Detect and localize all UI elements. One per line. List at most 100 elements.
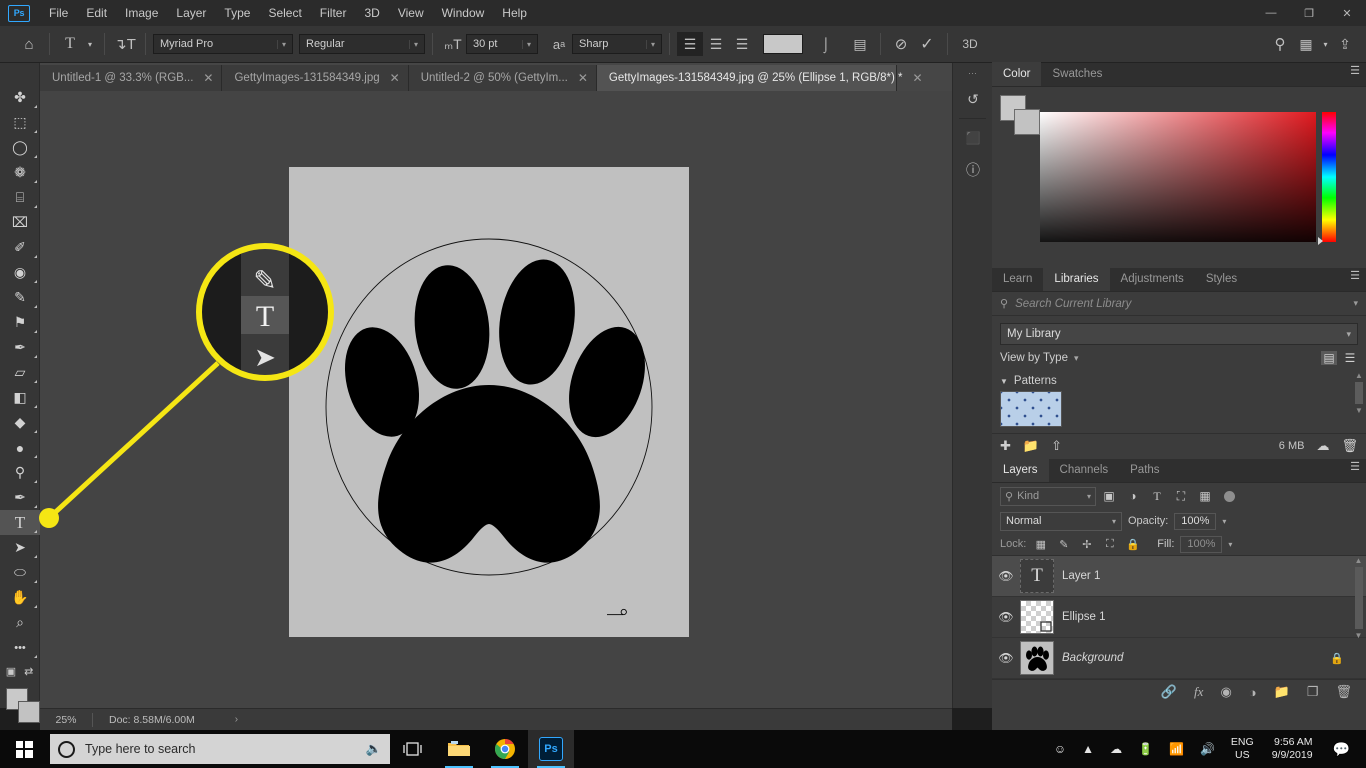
tool-history-brush[interactable]: ✒ xyxy=(0,335,40,360)
blend-mode-select[interactable]: Normal ▾ xyxy=(1000,511,1122,531)
wifi-icon[interactable]: 📶 xyxy=(1161,730,1192,768)
align-right-icon[interactable]: ☰ xyxy=(729,32,755,56)
default-colors-icon[interactable]: ▣ xyxy=(6,665,16,678)
table-row[interactable]: 👁 Ellipse 1 xyxy=(992,597,1366,638)
share-icon[interactable]: ⇪ xyxy=(1332,32,1358,56)
delete-layer-icon[interactable]: 🗑 xyxy=(1335,684,1352,700)
tool-ellipse[interactable]: ⬭ xyxy=(0,560,40,585)
menu-filter[interactable]: Filter xyxy=(311,2,356,24)
menu-3d[interactable]: 3D xyxy=(355,2,388,24)
lock-artboard-nesting-icon[interactable]: ⛶ xyxy=(1101,536,1118,553)
scroll-up-icon[interactable]: ▲ xyxy=(1354,371,1364,380)
commit-edit-icon[interactable]: ✓ xyxy=(914,32,940,56)
tool-eraser[interactable]: ▱ xyxy=(0,360,40,385)
library-select[interactable]: My Library ▾ xyxy=(1000,323,1358,345)
3d-mode-label[interactable]: 3D xyxy=(955,32,985,56)
lock-position-icon[interactable]: ✢ xyxy=(1078,536,1095,553)
anti-alias-select[interactable]: Sharp ▾ xyxy=(572,34,662,54)
scroll-up-icon[interactable]: ▲ xyxy=(1353,556,1364,565)
grid-view-icon[interactable]: ▤ xyxy=(1321,351,1337,365)
search-input[interactable]: Search Current Library xyxy=(1015,298,1353,310)
library-scrollbar[interactable]: ▲ ▼ xyxy=(1354,371,1364,429)
layer-thumbnail-text[interactable]: T xyxy=(1020,559,1054,593)
layer-visibility-icon[interactable]: 👁 xyxy=(992,610,1020,624)
show-hidden-icons-icon[interactable]: ▲ xyxy=(1074,730,1102,768)
opacity-value[interactable]: 100% xyxy=(1174,512,1217,530)
microphone-icon[interactable]: 🔈 xyxy=(366,741,382,757)
table-row[interactable]: 👁 Background 🔒 xyxy=(992,638,1366,679)
onedrive-icon[interactable]: ☁ xyxy=(1102,730,1130,768)
delete-icon[interactable]: 🗑 xyxy=(1341,438,1358,454)
adjustment-layer-icon[interactable]: ◑ xyxy=(1249,685,1257,700)
tool-spot-healing[interactable]: ◉ xyxy=(0,260,40,285)
menu-help[interactable]: Help xyxy=(493,2,536,24)
text-color-swatch[interactable] xyxy=(763,34,803,54)
menu-file[interactable]: File xyxy=(40,2,77,24)
tool-clone-stamp[interactable]: ⚑ xyxy=(0,310,40,335)
tab-libraries[interactable]: Libraries xyxy=(1043,267,1110,291)
battery-icon[interactable]: 🔋 xyxy=(1130,730,1161,768)
fill-value[interactable]: 100% xyxy=(1180,535,1223,553)
layer-mask-icon[interactable]: ◉ xyxy=(1220,684,1231,700)
scroll-down-icon[interactable]: ▼ xyxy=(1354,406,1364,415)
tool-hand[interactable]: ✋ xyxy=(0,585,40,610)
tool-preset-chevron-icon[interactable]: ▾ xyxy=(83,32,97,56)
pixel-filter-icon[interactable]: ▣ xyxy=(1098,486,1120,506)
add-content-icon[interactable]: ✚ xyxy=(1000,438,1011,454)
warp-text-icon[interactable]: ⌡ xyxy=(813,32,839,56)
lock-image-pixels-icon[interactable]: ✎ xyxy=(1055,536,1072,553)
menu-select[interactable]: Select xyxy=(259,2,310,24)
zoom-level[interactable]: 25% xyxy=(40,714,92,726)
volume-icon[interactable]: 🔊 xyxy=(1192,730,1223,768)
layer-visibility-icon[interactable]: 👁 xyxy=(992,651,1020,665)
tool-path-selection[interactable]: ➤ xyxy=(0,535,40,560)
layer-style-icon[interactable]: fx xyxy=(1194,684,1203,700)
layers-scrollbar[interactable]: ▲ ▼ xyxy=(1353,556,1364,676)
tool-marquee[interactable]: ⬚ xyxy=(0,110,40,135)
tool-edit-toolbar[interactable]: ••• xyxy=(0,635,40,660)
close-icon[interactable]: ✕ xyxy=(390,71,400,85)
tool-blur[interactable]: ● xyxy=(0,435,40,460)
document-tab-gettyimages-ellipse[interactable]: GettyImages-131584349.jpg @ 25% (Ellipse… xyxy=(596,65,923,91)
home-icon[interactable]: ⌂ xyxy=(16,32,42,56)
new-group-icon[interactable]: 📁 xyxy=(1274,684,1290,700)
menu-view[interactable]: View xyxy=(389,2,433,24)
shape-filter-icon[interactable]: ⛶ xyxy=(1170,486,1192,506)
tab-styles[interactable]: Styles xyxy=(1195,267,1248,291)
document-canvas[interactable] xyxy=(289,167,689,637)
google-chrome-icon[interactable] xyxy=(482,730,528,768)
panel-menu-icon[interactable]: ☰ xyxy=(1350,271,1360,282)
type-tool-icon[interactable]: T xyxy=(57,32,83,56)
close-icon[interactable]: ✕ xyxy=(578,71,588,85)
scroll-down-icon[interactable]: ▼ xyxy=(1353,631,1364,640)
chevron-down-icon[interactable]: ▾ xyxy=(1222,517,1226,526)
tool-object-selection[interactable]: ❁ xyxy=(0,160,40,185)
list-view-icon[interactable]: ☰ xyxy=(1342,351,1358,365)
rail-grip-icon[interactable]: ⋯ xyxy=(953,63,992,83)
cancel-edit-icon[interactable]: ⊘ xyxy=(888,32,914,56)
menu-window[interactable]: Window xyxy=(433,2,494,24)
creative-cloud-icon[interactable]: ☁ xyxy=(1316,438,1329,454)
layer-thumbnail-background[interactable] xyxy=(1020,641,1054,675)
font-style-select[interactable]: Regular ▾ xyxy=(299,34,425,54)
scroll-thumb[interactable] xyxy=(1355,382,1363,404)
workspace-icon[interactable]: ▦ xyxy=(1293,32,1319,56)
tab-swatches[interactable]: Swatches xyxy=(1041,62,1113,86)
layer-visibility-icon[interactable]: 👁 xyxy=(992,569,1020,583)
minimize-button[interactable]: — xyxy=(1252,0,1290,26)
tab-channels[interactable]: Channels xyxy=(1049,458,1120,482)
windows-start-icon[interactable] xyxy=(0,730,48,768)
scroll-thumb[interactable] xyxy=(1354,567,1363,629)
library-search-row[interactable]: ⚲ Search Current Library ▾ xyxy=(992,292,1366,316)
color-field-picker[interactable] xyxy=(1040,112,1316,242)
type-filter-icon[interactable]: T xyxy=(1146,486,1168,506)
layer-thumbnail-shape[interactable] xyxy=(1020,600,1054,634)
tool-zoom[interactable]: ⌕ xyxy=(0,610,40,635)
menu-image[interactable]: Image xyxy=(116,2,167,24)
chevron-down-icon[interactable]: ▾ xyxy=(1353,298,1358,309)
search-input[interactable]: Type here to search 🔈 xyxy=(50,734,390,764)
close-icon[interactable]: ✕ xyxy=(913,71,923,85)
3d-panel-icon[interactable]: ⬛ xyxy=(953,122,993,154)
swap-colors-icon[interactable]: ⇄ xyxy=(24,665,33,678)
hue-slider[interactable] xyxy=(1322,112,1336,242)
